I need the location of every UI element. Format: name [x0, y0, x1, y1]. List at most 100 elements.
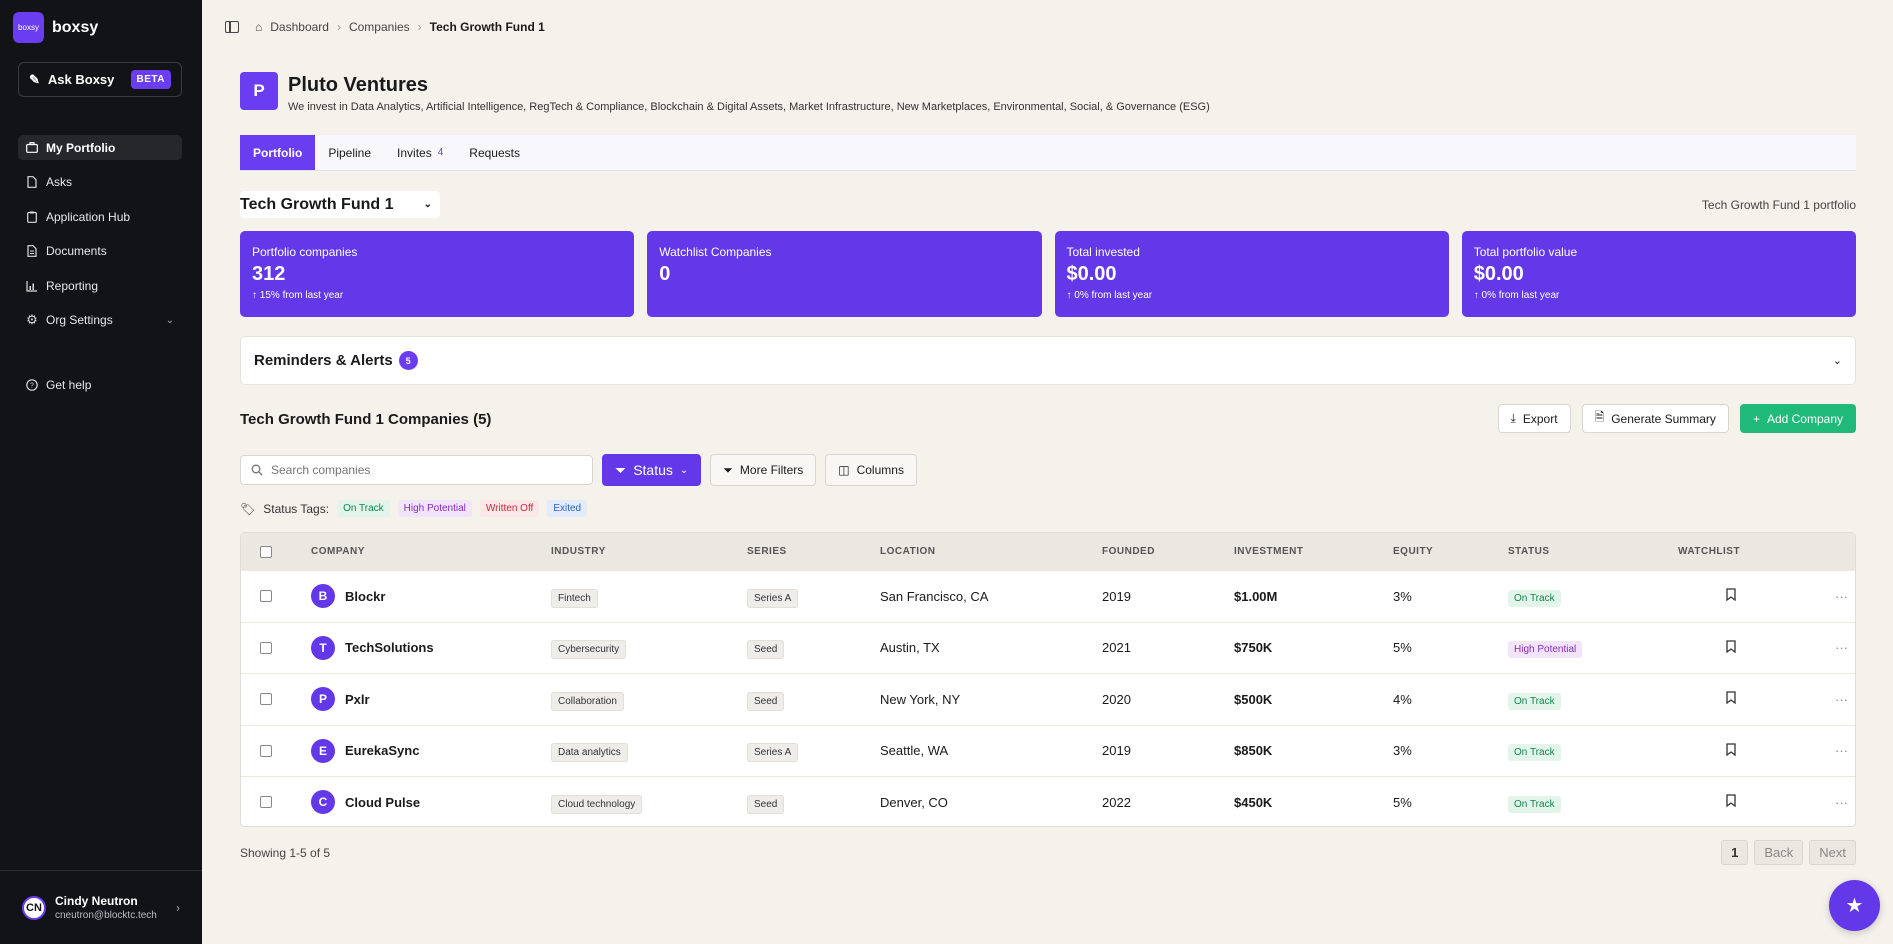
next-button[interactable]: Next — [1809, 840, 1856, 865]
tag-exited[interactable]: Exited — [547, 500, 588, 517]
row-checkbox-cell — [241, 744, 311, 757]
columns-button[interactable]: ◫ Columns — [825, 454, 917, 486]
star-fab-button[interactable]: ★ — [1829, 880, 1880, 931]
header-status[interactable]: STATUS — [1508, 546, 1678, 557]
tag-high-potential[interactable]: High Potential — [397, 500, 472, 517]
reminders-accordion[interactable]: Reminders & Alerts 5 ⌄ — [240, 336, 1856, 385]
company-avatar: E — [311, 738, 335, 763]
stat-value: 312 — [252, 263, 286, 285]
row-checkbox-cell — [241, 590, 311, 603]
series-cell: Series A — [747, 743, 880, 763]
status-filter-button[interactable]: ⏷ Status ⌄ — [602, 454, 702, 486]
add-company-button[interactable]: + Add Company — [1739, 404, 1856, 433]
sidebar-item-reporting[interactable]: Reporting — [18, 273, 182, 298]
add-company-label: Add Company — [1766, 411, 1843, 426]
sidebar-toggle-icon[interactable] — [225, 21, 239, 33]
back-button[interactable]: Back — [1754, 840, 1804, 865]
company-name[interactable]: Cloud Pulse — [345, 795, 420, 810]
company-cell: C Cloud Pulse — [311, 790, 551, 815]
row-checkbox[interactable] — [260, 641, 272, 654]
sidebar-item-asks[interactable]: Asks — [18, 170, 182, 195]
table-row[interactable]: B Blockr Fintech Series A San Francisco, … — [241, 570, 1855, 622]
brand[interactable]: boxsy boxsy — [13, 12, 98, 43]
company-cell: E EurekaSync — [311, 738, 551, 763]
more-options-icon[interactable]: ··· — [1788, 692, 1848, 707]
more-options-icon[interactable]: ··· — [1788, 795, 1848, 810]
breadcrumb-separator: › — [417, 20, 422, 34]
breadcrumb-companies[interactable]: Companies — [349, 20, 410, 34]
export-button[interactable]: ⤓ Export — [1497, 404, 1571, 433]
equity-cell: 3% — [1393, 588, 1412, 604]
more-filters-button[interactable]: ⏷ More Filters — [710, 454, 817, 486]
company-name[interactable]: Blockr — [345, 589, 385, 604]
user-profile[interactable]: CN Cindy Neutron cneutron@blocktc.tech › — [0, 870, 202, 944]
tag-on-track[interactable]: On Track — [337, 500, 390, 517]
stat-change: ↑ 0% from last year — [1067, 290, 1437, 301]
select-all-checkbox[interactable] — [260, 545, 272, 558]
sidebar-item-application-hub[interactable]: Application Hub — [18, 204, 182, 229]
sidebar-item-my-portfolio[interactable]: My Portfolio — [18, 135, 182, 160]
tab-pipeline[interactable]: Pipeline — [315, 135, 384, 170]
home-icon: ⌂ — [255, 20, 263, 34]
get-help-link[interactable]: ? Get help — [18, 372, 182, 397]
watchlist-cell — [1678, 691, 1788, 707]
series-cell: Seed — [747, 794, 880, 814]
row-checkbox[interactable] — [260, 744, 272, 757]
sidebar-item-label: Application Hub — [46, 209, 131, 224]
get-help-label: Get help — [46, 377, 92, 392]
header-industry[interactable]: INDUSTRY — [551, 546, 747, 557]
sidebar-item-documents[interactable]: Documents — [18, 239, 182, 264]
table-row[interactable]: C Cloud Pulse Cloud technology Seed Denve… — [241, 776, 1855, 826]
page-number-button[interactable]: 1 — [1721, 840, 1749, 865]
header-investment[interactable]: INVESTMENT — [1234, 546, 1393, 557]
company-name[interactable]: EurekaSync — [345, 743, 419, 758]
bookmark-icon[interactable] — [1726, 743, 1736, 759]
generate-summary-button[interactable]: 🗎 Generate Summary — [1581, 404, 1729, 433]
header-company[interactable]: COMPANY — [311, 546, 551, 557]
sidebar-item-label: Reporting — [46, 278, 99, 293]
tab-portfolio[interactable]: Portfolio — [240, 135, 316, 170]
companies-title: Tech Growth Fund 1 Companies (5) — [240, 411, 492, 428]
status-filter-label: Status — [633, 462, 673, 478]
more-options-icon[interactable]: ··· — [1788, 640, 1848, 655]
table-row[interactable]: T TechSolutions Cybersecurity Seed Austin… — [241, 621, 1855, 674]
row-checkbox[interactable] — [260, 796, 272, 809]
table-row[interactable]: E EurekaSync Data analytics Series A Seat… — [241, 724, 1855, 777]
bookmark-icon[interactable] — [1726, 640, 1736, 656]
ask-boxsy-button[interactable]: ✎ Ask Boxsy BETA — [18, 62, 182, 97]
tab-invites[interactable]: Invites 4 — [384, 135, 456, 170]
founded-cell: 2019 — [1102, 588, 1131, 604]
equity-cell: 5% — [1393, 794, 1412, 810]
tab-requests[interactable]: Requests — [456, 135, 533, 170]
search-input[interactable] — [271, 463, 571, 477]
breadcrumb: ⌂ Dashboard › Companies › Tech Growth Fu… — [225, 20, 545, 34]
breadcrumb-dashboard[interactable]: Dashboard — [270, 20, 329, 34]
series-cell: Series A — [747, 588, 880, 608]
help-section: ? Get help — [18, 372, 182, 407]
stat-value: $0.00 — [1066, 263, 1117, 285]
bookmark-icon[interactable] — [1726, 794, 1736, 810]
sidebar-item-org-settings[interactable]: ⚙ Org Settings ⌄ — [18, 308, 182, 333]
breadcrumb-separator: › — [336, 20, 341, 34]
search-box — [240, 455, 593, 485]
more-options-icon[interactable]: ··· — [1788, 743, 1848, 758]
header-series[interactable]: SERIES — [747, 546, 880, 557]
header-watchlist[interactable]: WATCHLIST — [1678, 546, 1788, 557]
company-name[interactable]: Pxlr — [345, 692, 370, 707]
founded-cell: 2019 — [1102, 743, 1131, 759]
tag-written-off[interactable]: Written Off — [479, 500, 540, 517]
document-icon — [26, 245, 38, 257]
more-options-icon[interactable]: ··· — [1788, 589, 1848, 604]
bookmark-icon[interactable] — [1726, 691, 1736, 707]
row-checkbox[interactable] — [260, 693, 272, 706]
series-pill: Seed — [747, 794, 785, 814]
table-row[interactable]: P Pxlr Collaboration Seed New York, NY 20… — [241, 673, 1855, 725]
stat-watchlist-companies: Watchlist Companies 0 — [647, 231, 1042, 317]
row-checkbox[interactable] — [260, 590, 272, 603]
header-location[interactable]: LOCATION — [880, 546, 1102, 557]
company-name[interactable]: TechSolutions — [345, 640, 434, 655]
header-equity[interactable]: EQUITY — [1393, 546, 1508, 557]
header-founded[interactable]: FOUNDED — [1102, 546, 1234, 557]
bookmark-icon[interactable] — [1726, 588, 1736, 604]
fund-select[interactable]: Tech Growth Fund 1 ⌄ — [240, 191, 440, 218]
